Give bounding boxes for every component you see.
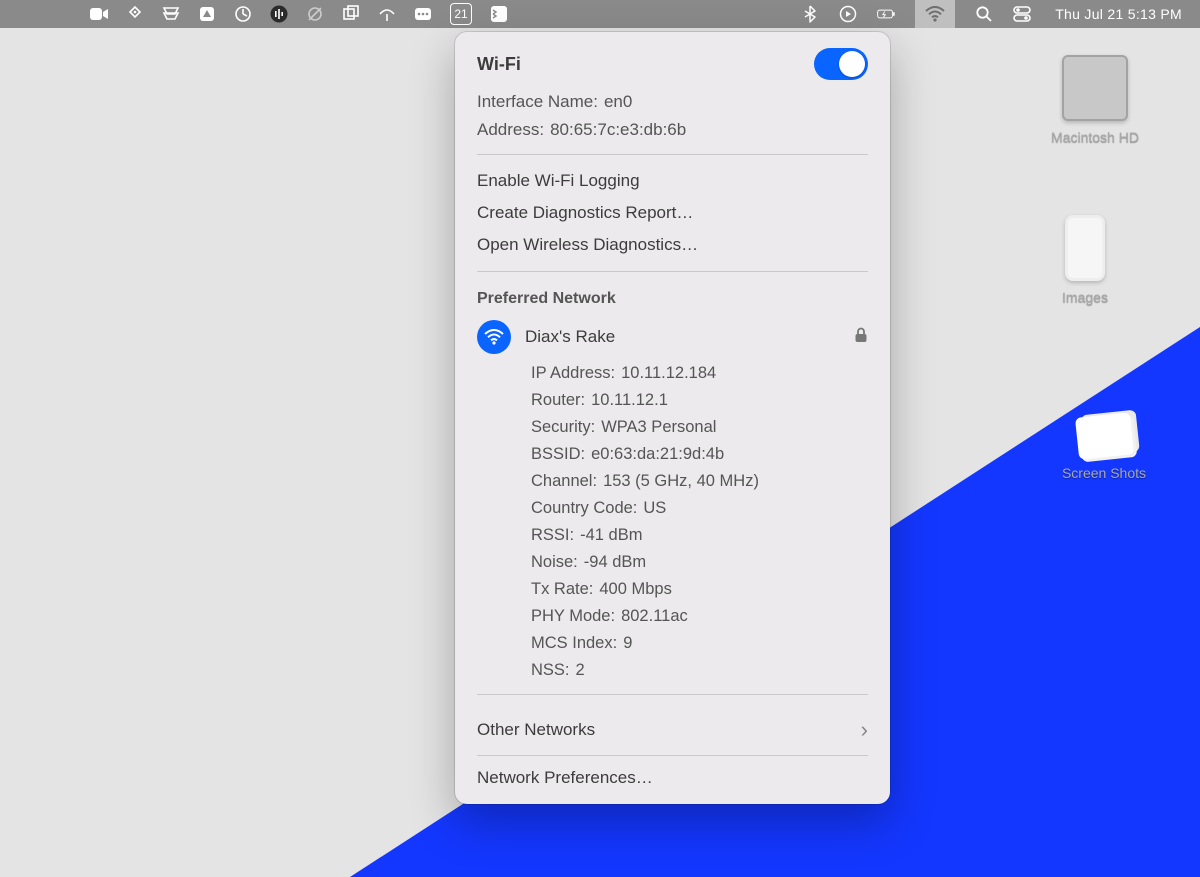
detail-value: -94 dBm <box>584 553 646 572</box>
detail-key: PHY Mode: <box>531 607 615 626</box>
desktop-icon-label: Screen Shots <box>1044 465 1164 481</box>
network-detail-row: Country Code: US <box>531 495 868 522</box>
network-detail-row: Security: WPA3 Personal <box>531 414 868 441</box>
open-wireless-diagnostics[interactable]: Open Wireless Diagnostics… <box>477 229 868 261</box>
mac-address-label: Address: <box>477 120 544 140</box>
detail-value: e0:63:da:21:9d:4b <box>591 445 724 464</box>
drive-icon[interactable] <box>198 5 216 23</box>
network-detail-row: IP Address: 10.11.12.184 <box>531 360 868 387</box>
spotlight-icon[interactable] <box>975 5 993 23</box>
detail-value: 10.11.12.184 <box>621 364 716 383</box>
network-detail-row: Channel: 153 (5 GHz, 40 MHz) <box>531 468 868 495</box>
network-details: IP Address: 10.11.12.184 Router: 10.11.12.1… <box>477 360 868 684</box>
control-center-icon[interactable] <box>1013 5 1031 23</box>
detail-key: IP Address: <box>531 364 615 383</box>
other-networks-row[interactable]: Other Networks › <box>455 705 890 755</box>
network-detail-row: Tx Rate: 400 Mbps <box>531 576 868 603</box>
network-preferences[interactable]: Network Preferences… <box>455 756 890 804</box>
detail-key: Router: <box>531 391 585 410</box>
play-icon[interactable] <box>839 5 857 23</box>
calendar-date: 21 <box>454 7 467 21</box>
mac-address-value: 80:65:7c:e3:db:6b <box>550 120 686 140</box>
network-detail-row: RSSI: -41 dBm <box>531 522 868 549</box>
desktop-icon-label: Images <box>1025 289 1145 305</box>
network-name: Diax's Rake <box>525 327 840 347</box>
wifi-toggle[interactable] <box>814 48 868 80</box>
inbox-icon[interactable] <box>162 5 180 23</box>
desktop-icon-macintosh-hd[interactable]: Macintosh HD <box>1035 55 1155 145</box>
detail-value: 10.11.12.1 <box>591 391 668 410</box>
network-detail-row: Router: 10.11.12.1 <box>531 387 868 414</box>
detail-value: WPA3 Personal <box>601 418 716 437</box>
detail-key: NSS: <box>531 661 570 680</box>
create-diagnostics-report[interactable]: Create Diagnostics Report… <box>477 197 868 229</box>
desktop-icon-label: Macintosh HD <box>1035 129 1155 145</box>
timer-icon[interactable] <box>234 5 252 23</box>
detail-value: US <box>643 499 666 518</box>
detail-value: 802.11ac <box>621 607 688 626</box>
preferred-network-row[interactable]: Diax's Rake <box>477 314 868 360</box>
network-detail-row: NSS: 2 <box>531 657 868 684</box>
network-detail-row: PHY Mode: 802.11ac <box>531 603 868 630</box>
facetime-icon[interactable] <box>90 5 108 23</box>
detail-key: Tx Rate: <box>531 580 593 599</box>
desktop-icon-screenshots[interactable]: Screen Shots <box>1044 415 1164 481</box>
detail-value: 2 <box>576 661 585 680</box>
wifi-connected-icon <box>477 320 511 354</box>
desktop-icon-images[interactable]: Images <box>1025 215 1145 305</box>
phone-icon <box>1065 215 1105 281</box>
detail-key: Channel: <box>531 472 597 491</box>
windows-icon[interactable] <box>342 5 360 23</box>
audio-bars-icon[interactable] <box>270 5 288 23</box>
wifi-panel-title: Wi-Fi <box>477 54 521 75</box>
menubar: 21 Thu Jul 21 5:13 PM <box>0 0 1200 28</box>
network-detail-row: MCS Index: 9 <box>531 630 868 657</box>
detail-key: MCS Index: <box>531 634 617 653</box>
battery-icon[interactable] <box>877 5 895 23</box>
interface-name-value: en0 <box>604 92 632 112</box>
detail-value: 400 Mbps <box>599 580 671 599</box>
bee-icon[interactable] <box>126 5 144 23</box>
detail-value: -41 dBm <box>580 526 642 545</box>
dots-icon[interactable] <box>414 5 432 23</box>
other-networks-label: Other Networks <box>477 720 595 740</box>
umbrella-icon[interactable] <box>378 5 396 23</box>
detail-value: 153 (5 GHz, 40 MHz) <box>603 472 759 491</box>
menubar-clock[interactable]: Thu Jul 21 5:13 PM <box>1055 6 1182 22</box>
todoist-icon[interactable] <box>490 5 508 23</box>
detail-key: RSSI: <box>531 526 574 545</box>
calendar-icon[interactable]: 21 <box>450 3 472 25</box>
detail-key: BSSID: <box>531 445 585 464</box>
hard-drive-icon <box>1062 55 1128 121</box>
enable-wifi-logging[interactable]: Enable Wi-Fi Logging <box>477 165 868 197</box>
detail-key: Noise: <box>531 553 578 572</box>
network-detail-row: BSSID: e0:63:da:21:9d:4b <box>531 441 868 468</box>
wifi-menu-icon[interactable] <box>915 0 955 28</box>
bluetooth-icon[interactable] <box>801 5 819 23</box>
detail-key: Country Code: <box>531 499 637 518</box>
preferred-network-heading: Preferred Network <box>477 282 868 314</box>
lock-icon <box>854 327 868 348</box>
sync-off-icon[interactable] <box>306 5 324 23</box>
detail-value: 9 <box>623 634 632 653</box>
network-detail-row: Noise: -94 dBm <box>531 549 868 576</box>
wifi-panel: Wi-Fi Interface Name: en0 Address: 80:65… <box>455 32 890 804</box>
detail-key: Security: <box>531 418 595 437</box>
chevron-right-icon: › <box>861 717 868 743</box>
interface-name-label: Interface Name: <box>477 92 598 112</box>
papers-icon <box>1074 412 1133 460</box>
